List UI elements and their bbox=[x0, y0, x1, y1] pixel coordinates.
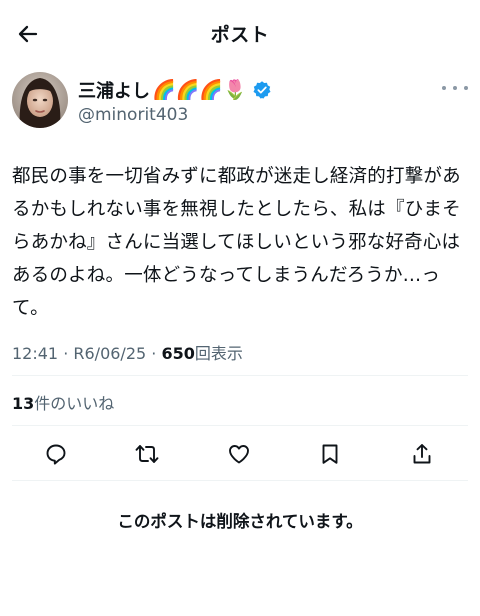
divider bbox=[12, 480, 468, 481]
share-icon bbox=[413, 444, 431, 464]
post-time[interactable]: 12:41 bbox=[12, 344, 58, 363]
like-icon bbox=[229, 445, 249, 464]
repost-button[interactable] bbox=[133, 440, 161, 468]
verified-badge-icon bbox=[253, 81, 271, 99]
user-handle[interactable]: @minorit403 bbox=[78, 105, 188, 125]
post-date[interactable]: R6/06/25 bbox=[73, 344, 146, 363]
divider bbox=[12, 425, 468, 426]
deleted-notice: このポストは削除されています。 bbox=[117, 512, 363, 531]
views-count: 650 bbox=[161, 344, 195, 363]
more-options-button[interactable] bbox=[442, 78, 468, 98]
bookmark-button[interactable] bbox=[316, 440, 344, 468]
likes-label: 件のいいね bbox=[34, 394, 115, 413]
display-name[interactable]: 三浦よし bbox=[78, 77, 150, 103]
likes-count: 13 bbox=[12, 394, 35, 413]
reply-icon bbox=[46, 444, 66, 465]
views-label: 回表示 bbox=[194, 344, 243, 363]
name-emoji: 🌈🌈🌈🌷 bbox=[152, 78, 247, 101]
action-bar bbox=[12, 436, 468, 472]
meta-separator: · bbox=[58, 344, 74, 363]
like-button[interactable] bbox=[225, 440, 253, 468]
repost-icon bbox=[135, 445, 159, 463]
more-horizontal-icon bbox=[442, 86, 446, 90]
author-row: 三浦よし 🌈🌈🌈🌷 @minorit403 bbox=[12, 72, 468, 132]
avatar[interactable] bbox=[12, 72, 68, 128]
name-row: 三浦よし 🌈🌈🌈🌷 bbox=[78, 77, 272, 103]
post-meta: 12:41 · R6/06/25 · 650回表示 bbox=[12, 340, 243, 364]
post-text: 都民の事を一切省みずに都政が迷走し経済的打撃があるかもしれない事を無視したとした… bbox=[12, 166, 461, 319]
meta-separator: · bbox=[146, 344, 162, 363]
divider bbox=[12, 375, 468, 376]
share-button[interactable] bbox=[408, 440, 436, 468]
page-title: ポスト bbox=[210, 24, 270, 46]
likes-summary[interactable]: 13件のいいね bbox=[12, 390, 114, 414]
reply-button[interactable] bbox=[42, 440, 70, 468]
top-bar: ポスト bbox=[0, 0, 480, 66]
bookmark-icon bbox=[322, 444, 338, 464]
